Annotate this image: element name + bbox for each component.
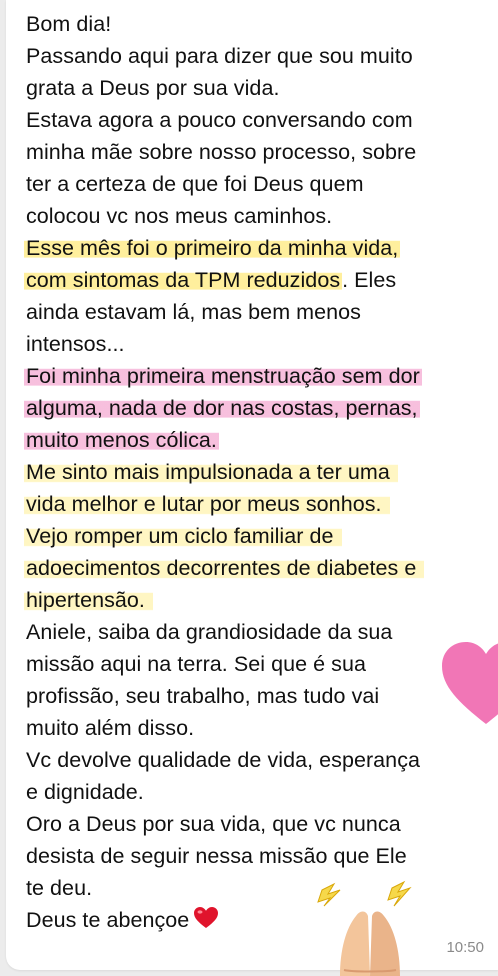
message-line: hipertensão. (24, 584, 496, 616)
message-line-text: desista de seguir nessa missão que Ele (26, 844, 407, 868)
message-line: alguma, nada de dor nas costas, pernas, (24, 392, 496, 424)
message-line-text: te deu. (26, 876, 93, 900)
chat-screen: Bom dia! Passando aqui para dizer que sou… (0, 0, 498, 976)
message-line-text: profissão, seu trabalho, mas tudo vai (26, 684, 380, 708)
message-line: Aniele, saiba da grandiosidade da sua (26, 616, 496, 648)
message-line: intensos... (26, 328, 496, 360)
message-line-text: Passando aqui para dizer que sou muito (26, 44, 413, 68)
message-line-text: hipertensão. (24, 588, 153, 612)
message-line: minha mãe sobre nosso processo, sobre (26, 136, 496, 168)
message-line: com sintomas da TPM reduzidos. Eles (24, 264, 496, 296)
message-bubble[interactable]: Bom dia! Passando aqui para dizer que sou… (6, 0, 498, 970)
message-timestamp: 10:50 (446, 939, 484, 956)
message-line-text: e dignidade. (26, 780, 144, 804)
message-line-text: colocou vc nos meus caminhos. (26, 204, 333, 228)
message-line-text: adoecimentos decorrentes de diabetes e (24, 556, 425, 580)
message-line: ter a certeza de que foi Deus quem (26, 168, 496, 200)
message-line-text: ainda estavam lá, mas bem menos (26, 300, 361, 324)
message-line-text: Me sinto mais impulsionada a ter uma (24, 460, 398, 484)
message-line-text: Bom dia! (26, 12, 112, 36)
message-line: vida melhor e lutar por meus sonhos. (24, 488, 496, 520)
red-heart-icon (194, 907, 219, 928)
message-line: desista de seguir nessa missão que Ele (26, 840, 496, 872)
message-line-text: vida melhor e lutar por meus sonhos. (24, 492, 390, 516)
praying-hands-icon (317, 880, 412, 976)
message-line: Vc devolve qualidade de vida, esperança (26, 744, 496, 776)
message-line-text: Oro a Deus por sua vida, que vc nunca (26, 812, 401, 836)
message-line: muito além disso. (26, 712, 496, 744)
message-line: Vejo romper um ciclo familiar de (24, 520, 496, 552)
message-text: Bom dia! Passando aqui para dizer que sou… (24, 8, 496, 936)
message-line: e dignidade. (26, 776, 496, 808)
message-line: Me sinto mais impulsionada a ter uma (24, 456, 496, 488)
message-line-text: grata a Deus por sua vida. (26, 76, 280, 100)
message-line: muito menos cólica. (24, 424, 496, 456)
message-line-text: missão aqui na terra. Sei que é sua (26, 652, 366, 676)
message-line-text: minha mãe sobre nosso processo, sobre (26, 140, 417, 164)
pink-heart-icon (442, 642, 498, 724)
message-line: Passando aqui para dizer que sou muito (26, 40, 496, 72)
message-line: colocou vc nos meus caminhos. (26, 200, 496, 232)
message-line-text: intensos... (26, 332, 125, 356)
message-line: Estava agora a pouco conversando com (26, 104, 496, 136)
message-line-text: Estava agora a pouco conversando com (26, 108, 413, 132)
message-line: profissão, seu trabalho, mas tudo vai (26, 680, 496, 712)
message-line: Foi minha primeira menstruação sem dor (24, 360, 496, 392)
message-line-text: alguma, nada de dor nas costas, pernas, (24, 396, 420, 420)
message-line-text: muito além disso. (26, 716, 195, 740)
message-line: grata a Deus por sua vida. (26, 72, 496, 104)
message-line-text: Deus te abençoe (26, 908, 190, 932)
message-line-text: com sintomas da TPM reduzidos (24, 268, 343, 292)
message-line: missão aqui na terra. Sei que é sua (26, 648, 496, 680)
message-line-text: Esse mês foi o primeiro da minha vida, (24, 236, 401, 260)
message-line-text: muito menos cólica. (24, 428, 219, 452)
message-line: Bom dia! (26, 8, 496, 40)
message-line-text: Vc devolve qualidade de vida, esperança (26, 748, 420, 772)
message-line: ainda estavam lá, mas bem menos (26, 296, 496, 328)
message-line-text: Aniele, saiba da grandiosidade da sua (26, 620, 393, 644)
message-line-text-rest: . Eles (342, 268, 397, 292)
message-line-text: Foi minha primeira menstruação sem dor (24, 364, 422, 388)
message-line-text: Vejo romper um ciclo familiar de (24, 524, 342, 548)
message-line: adoecimentos decorrentes de diabetes e (24, 552, 496, 584)
message-line: Esse mês foi o primeiro da minha vida, (24, 232, 496, 264)
message-line-text: ter a certeza de que foi Deus quem (26, 172, 364, 196)
message-line: Oro a Deus por sua vida, que vc nunca (26, 808, 496, 840)
